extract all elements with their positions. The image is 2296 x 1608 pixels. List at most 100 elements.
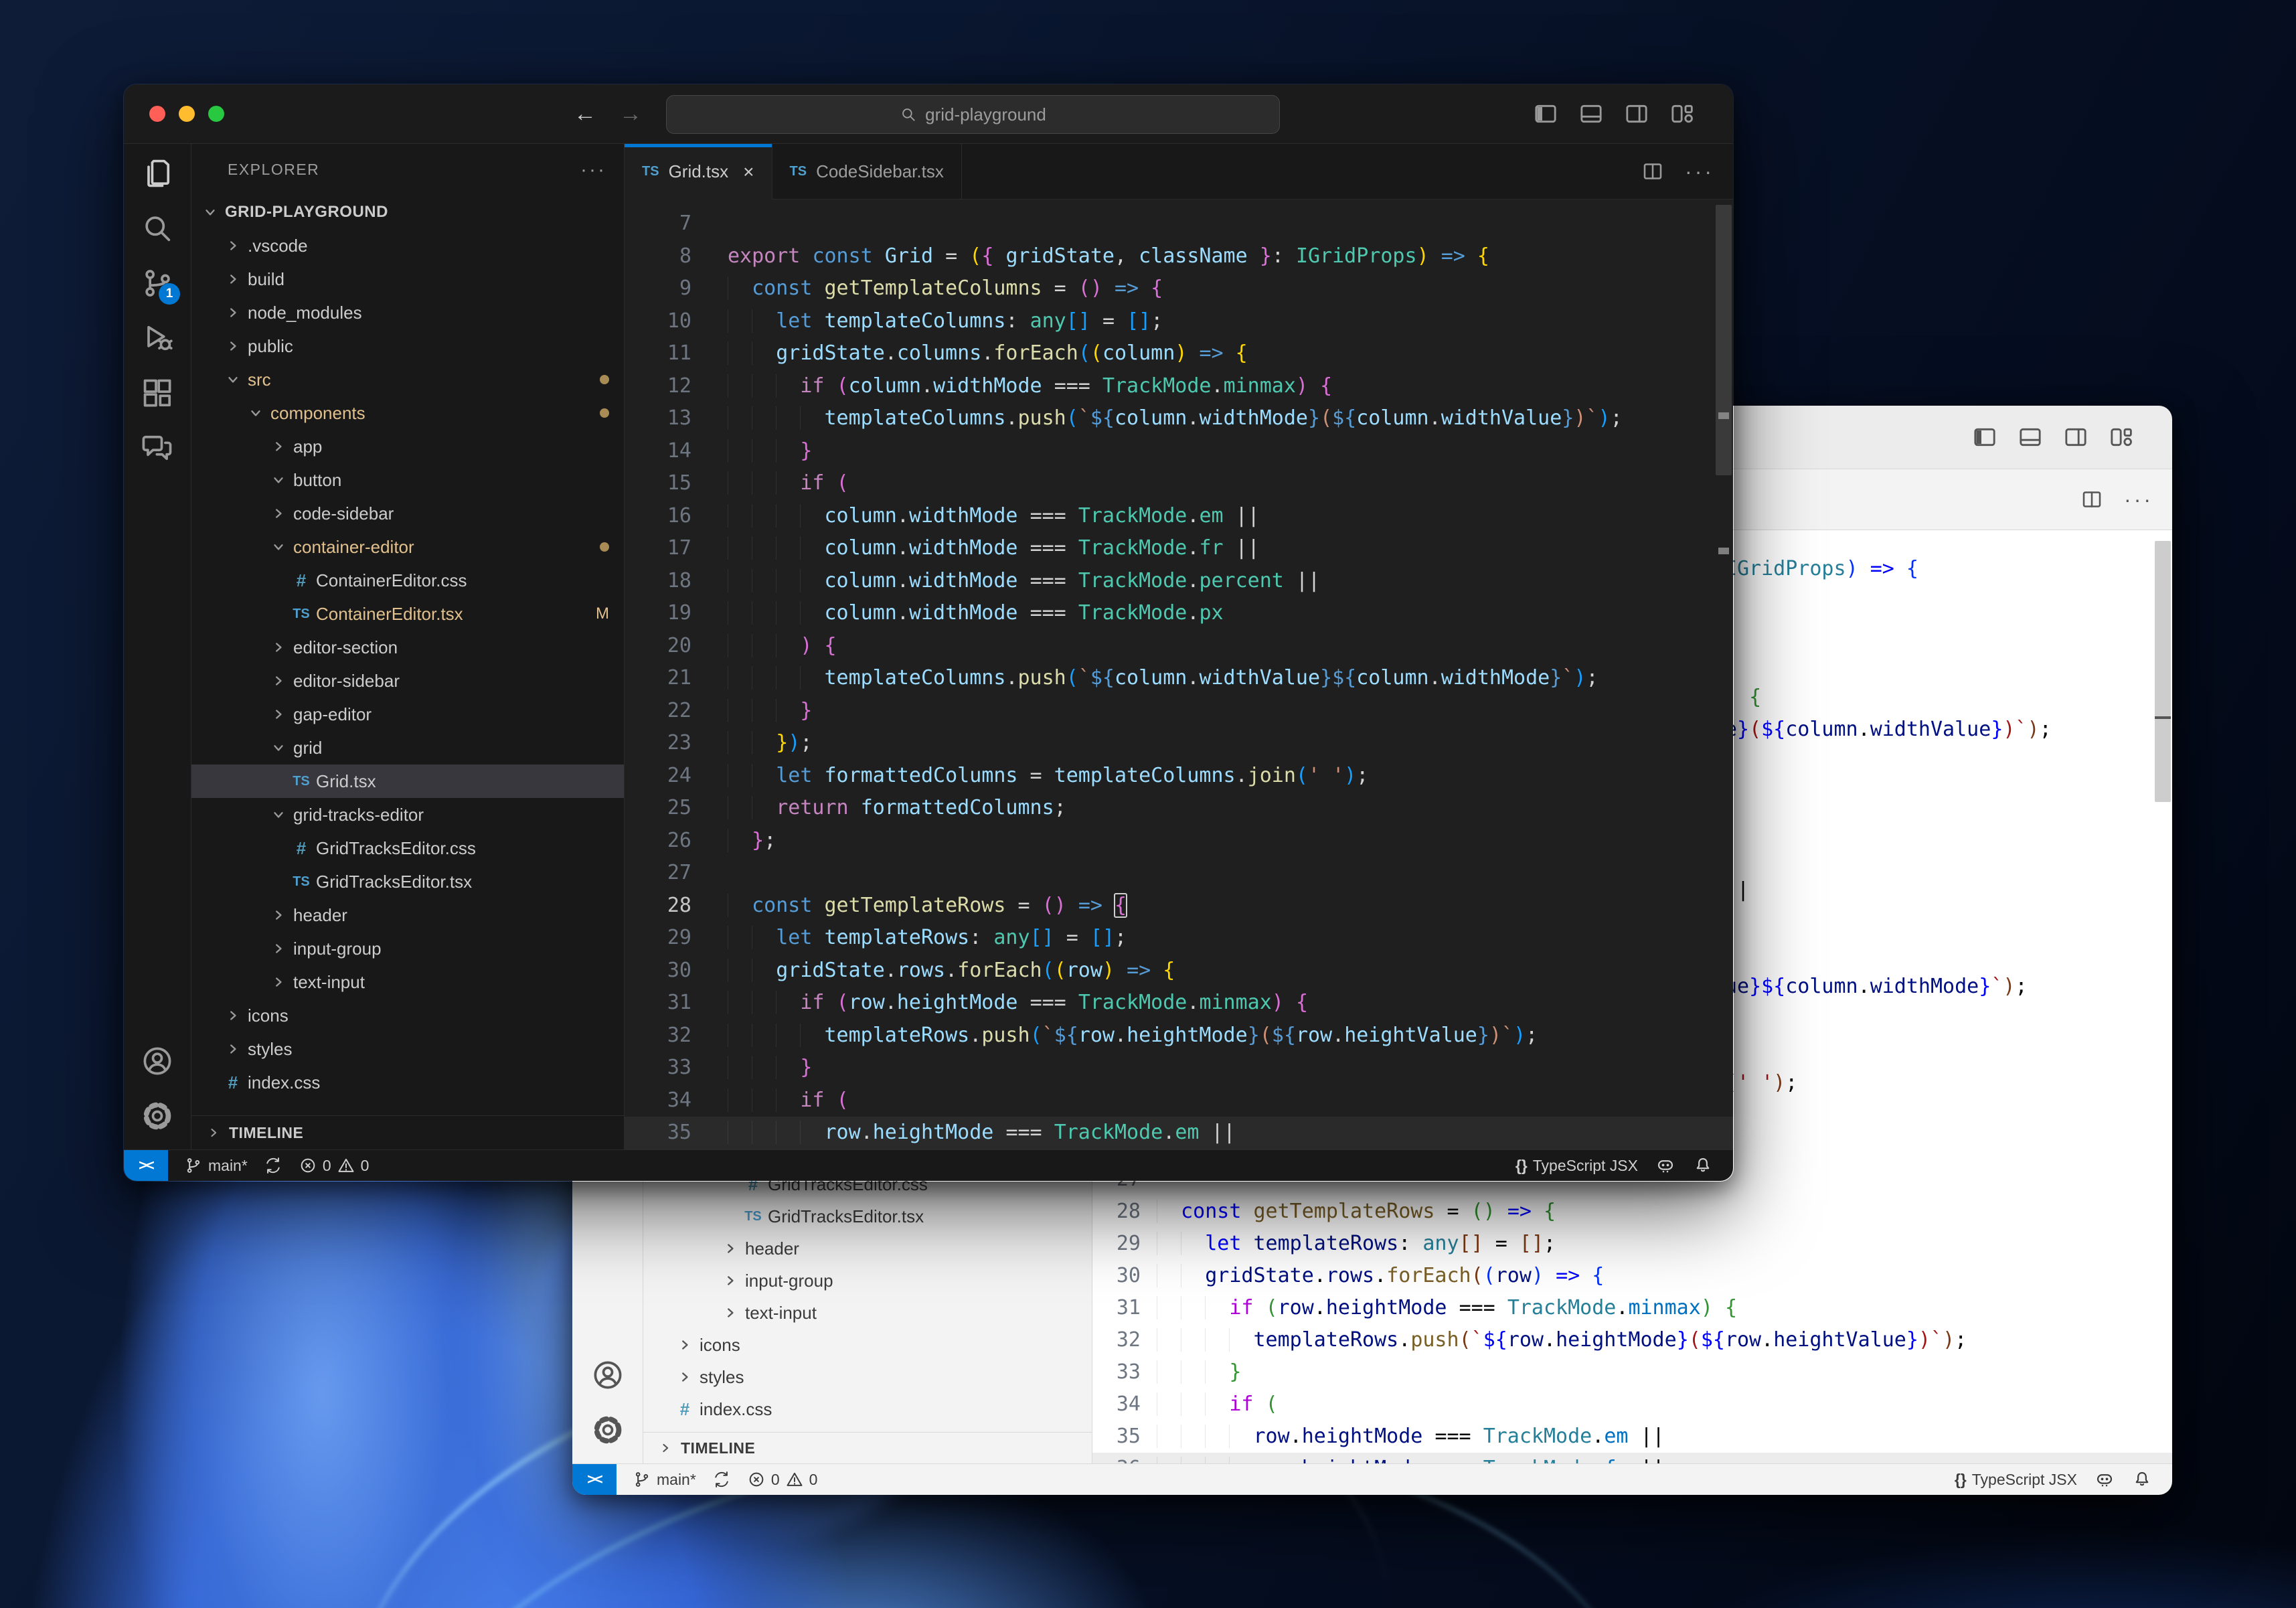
tree-item-components[interactable]: components [191, 396, 624, 430]
customize-layout-icon[interactable] [2108, 424, 2135, 451]
tab-grid-tsx[interactable]: TS Grid.tsx × [625, 144, 772, 199]
close-window-button[interactable] [149, 106, 165, 122]
customize-layout-icon[interactable] [1669, 100, 1696, 127]
remote-indicator[interactable]: >< [124, 1150, 168, 1181]
sync-status[interactable] [264, 1156, 282, 1175]
git-modified-dot [600, 375, 609, 384]
tree-item-src[interactable]: src [191, 363, 624, 396]
status-bar: >< main* 0 0 {} TypeScript JSX [572, 1463, 2172, 1495]
tree-item-code-sidebar[interactable]: code-sidebar [191, 497, 624, 530]
tree-item-header[interactable]: header [191, 898, 624, 932]
tree-item-app[interactable]: app [191, 430, 624, 463]
explorer-more-icon[interactable]: ··· [580, 159, 606, 181]
chevron-right-icon [203, 1126, 224, 1139]
tree-item-styles[interactable]: styles [643, 1361, 1092, 1393]
tree-item-editor-sidebar[interactable]: editor-sidebar [191, 664, 624, 698]
toggle-sidebar-icon[interactable] [1971, 424, 1998, 451]
tree-item-input-group[interactable]: input-group [191, 932, 624, 965]
explorer-icon[interactable] [140, 156, 175, 191]
command-center-search[interactable]: grid-playground [666, 95, 1280, 134]
tree-item-gap-editor[interactable]: gap-editor [191, 698, 624, 731]
timeline-section[interactable]: TIMELINE [643, 1432, 1092, 1463]
remote-indicator[interactable]: >< [572, 1464, 617, 1495]
copilot-icon[interactable] [2095, 1469, 2115, 1490]
settings-gear-icon[interactable] [140, 1099, 175, 1133]
branch-status[interactable]: main* [633, 1470, 696, 1489]
copilot-icon[interactable] [1655, 1155, 1675, 1176]
tree-item-grid[interactable]: grid [191, 731, 624, 765]
tree-item-styles[interactable]: styles [191, 1032, 624, 1066]
tree-item-text-input[interactable]: text-input [643, 1297, 1092, 1329]
chevron-right-icon [266, 706, 291, 723]
code-line-24: 24 let formattedColumns = templateColumn… [667, 763, 1369, 787]
tree-item-index-css[interactable]: # index.css [191, 1066, 624, 1099]
code-line-22: 22 } [667, 698, 813, 722]
tab-codesidebar-tsx[interactable]: TS CodeSidebar.tsx [772, 144, 962, 199]
forward-button[interactable]: → [619, 101, 642, 127]
run-debug-icon[interactable] [140, 321, 175, 355]
tree-item-grid-playground[interactable]: GRID-PLAYGROUND [191, 195, 624, 229]
tree-item-gridtrackseditor-tsx[interactable]: TS GridTracksEditor.tsx [643, 1200, 1092, 1232]
tree-item-icons[interactable]: icons [191, 999, 624, 1032]
toggle-sidebar-icon[interactable] [1532, 100, 1559, 127]
tree-item-text-input[interactable]: text-input [191, 965, 624, 999]
remote-explorer-icon[interactable] [140, 430, 175, 465]
code-line-25: 25 return formattedColumns; [667, 796, 1066, 819]
code-line-33: 33 } [667, 1056, 813, 1079]
tree-item-container-editor[interactable]: container-editor [191, 530, 624, 564]
extensions-icon[interactable] [140, 376, 175, 410]
editor-scrollbar[interactable] [2155, 541, 2171, 802]
tree-item-containereditor-css[interactable]: #ContainerEditor.css [191, 564, 624, 597]
toggle-secondary-sidebar-icon[interactable] [1623, 100, 1650, 127]
sync-status[interactable] [712, 1470, 731, 1489]
zoom-window-button[interactable] [208, 106, 224, 122]
tree-item-gridtrackseditor-tsx[interactable]: TS GridTracksEditor.tsx [191, 865, 624, 898]
toggle-panel-icon[interactable] [2017, 424, 2044, 451]
editor-scrollbar[interactable] [1716, 205, 1732, 475]
problems-status[interactable]: 0 0 [747, 1470, 817, 1489]
tree-item-build[interactable]: build [191, 262, 624, 296]
tree-item-header[interactable]: header [643, 1232, 1092, 1265]
toggle-secondary-sidebar-icon[interactable] [2062, 424, 2089, 451]
back-button[interactable]: ← [574, 101, 596, 127]
toggle-panel-icon[interactable] [1578, 100, 1605, 127]
split-editor-icon[interactable] [1641, 159, 1665, 183]
tree-item-grid-tsx[interactable]: TSGrid.tsx [191, 765, 624, 798]
tree-item-editor-section[interactable]: editor-section [191, 631, 624, 664]
branch-status[interactable]: main* [184, 1156, 248, 1175]
tree-item--vscode[interactable]: .vscode [191, 229, 624, 262]
tree-item-gridtrackseditor-css[interactable]: # GridTracksEditor.css [191, 831, 624, 865]
activity-bar: 1 [124, 144, 191, 1149]
code-line-29: 29 let templateRows: any[] = []; [667, 926, 1127, 949]
tree-item-input-group[interactable]: input-group [643, 1265, 1092, 1297]
editor[interactable]: 7 8export const Grid = ({ gridState, clas… [625, 199, 1733, 1149]
css-file-icon: # [296, 837, 307, 858]
notifications-bell-icon[interactable] [2132, 1469, 2152, 1490]
source-control-icon[interactable]: 1 [140, 266, 180, 305]
accounts-icon[interactable] [590, 1358, 625, 1392]
tree-item-containereditor-tsx[interactable]: TSContainerEditor.tsxM [191, 597, 624, 631]
tree-item-grid-tracks-editor[interactable]: grid-tracks-editor [191, 798, 624, 831]
settings-gear-icon[interactable] [590, 1413, 625, 1447]
notifications-bell-icon[interactable] [1693, 1155, 1713, 1176]
accounts-icon[interactable] [140, 1044, 175, 1078]
language-mode[interactable]: {} TypeScript JSX [1955, 1471, 2077, 1489]
split-editor-icon[interactable] [2080, 487, 2104, 511]
css-file-icon: # [296, 570, 307, 590]
tree-item-node-modules[interactable]: node_modules [191, 296, 624, 329]
git-modified-dot [600, 542, 609, 552]
titlebar[interactable]: ← → grid-playground [124, 84, 1733, 144]
tree-item-index-css[interactable]: # index.css [643, 1393, 1092, 1425]
tree-item-icons[interactable]: icons [643, 1329, 1092, 1361]
tree-item-public[interactable]: public [191, 329, 624, 363]
tree-item-button[interactable]: button [191, 463, 624, 497]
language-mode[interactable]: {} TypeScript JSX [1515, 1157, 1638, 1175]
editor-more-icon[interactable]: ··· [2124, 487, 2153, 512]
problems-status[interactable]: 0 0 [299, 1156, 369, 1175]
chevron-right-icon [266, 739, 291, 756]
search-view-icon[interactable] [140, 211, 175, 246]
minimize-window-button[interactable] [179, 106, 195, 122]
editor-more-icon[interactable]: ··· [1685, 159, 1714, 184]
timeline-section[interactable]: TIMELINE [191, 1115, 624, 1149]
close-tab-icon[interactable]: × [743, 161, 754, 183]
